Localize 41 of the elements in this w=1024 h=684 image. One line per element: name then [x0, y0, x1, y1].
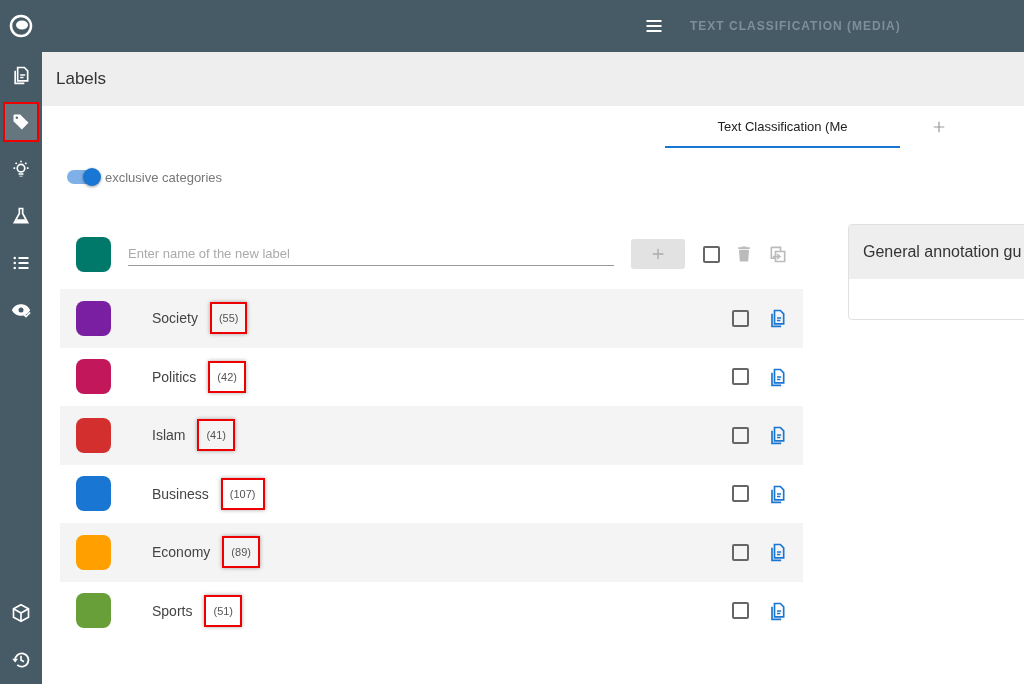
color-swatch[interactable] [76, 593, 111, 629]
plus-icon [650, 246, 666, 262]
label-checkbox[interactable] [732, 426, 749, 444]
label-checkbox[interactable] [732, 485, 749, 503]
color-swatch[interactable] [76, 300, 111, 336]
label-name: Business [152, 485, 209, 502]
select-all-checkbox[interactable] [703, 245, 720, 263]
label-count: (89) [222, 536, 260, 569]
toggle-label: exclusive categories [105, 169, 223, 185]
label-count: (41) [197, 419, 235, 452]
documents-icon [11, 65, 31, 85]
cube-icon [11, 603, 31, 623]
bulb-icon [11, 159, 31, 179]
eye-logo-icon[interactable] [9, 14, 33, 38]
label-name: Politics [152, 368, 197, 385]
color-swatch[interactable] [76, 417, 111, 453]
label-checkbox[interactable] [732, 602, 749, 620]
color-swatch[interactable] [76, 476, 111, 512]
color-swatch[interactable] [76, 359, 111, 395]
label-count: (55) [209, 302, 248, 335]
label-name: Islam [152, 427, 186, 444]
sidebar-item[interactable] [3, 102, 39, 142]
exclusive-toggle[interactable] [67, 170, 99, 184]
page-title: Labels [56, 69, 107, 89]
label-checkbox[interactable] [732, 368, 749, 386]
label-checkbox[interactable] [732, 543, 749, 561]
color-swatch[interactable] [76, 534, 111, 570]
label-name: Sports [152, 602, 193, 619]
tag-icon [11, 112, 31, 132]
history-icon [11, 650, 31, 670]
label-count: (42) [208, 360, 246, 393]
tab[interactable]: Text Classification (Me [665, 106, 900, 148]
label-count: (51) [204, 594, 243, 627]
label-checkbox[interactable] [732, 309, 749, 327]
card-title: General annotation gu [849, 225, 1024, 279]
color-swatch[interactable] [76, 236, 111, 272]
flask-icon [11, 206, 31, 226]
new-label-input[interactable]: Enter name of the new label [128, 242, 614, 266]
label-count: (107) [220, 477, 265, 510]
label-name: Economy [152, 544, 211, 561]
label-name: Society [152, 310, 198, 327]
